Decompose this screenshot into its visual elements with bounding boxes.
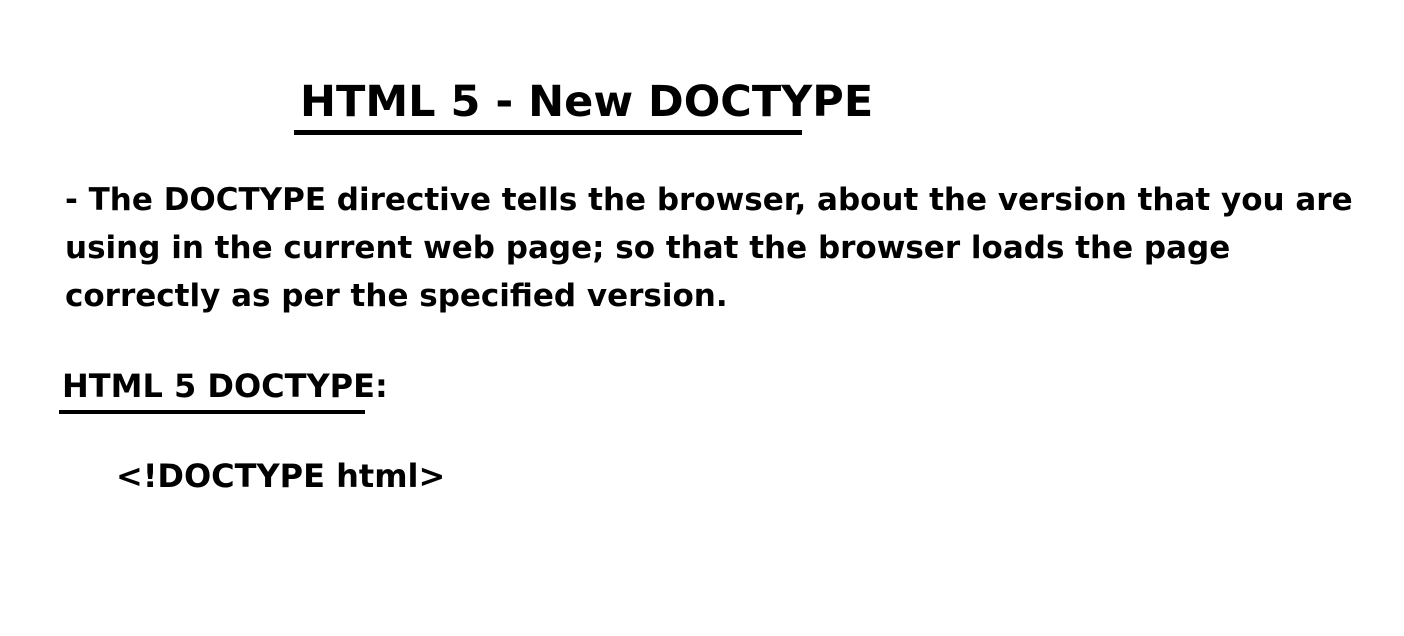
- paragraph-line-1: - The DOCTYPE directive tells the browse…: [65, 182, 1353, 218]
- title-underline: [294, 130, 802, 135]
- doctype-code: <!DOCTYPE html>: [116, 457, 446, 495]
- paragraph-line-3: correctly as per the specified version.: [65, 278, 728, 314]
- paragraph-line-2: using in the current web page; so that t…: [65, 230, 1231, 266]
- doctype-subheading: HTML 5 DOCTYPE:: [62, 367, 388, 405]
- subheading-underline: [59, 410, 365, 414]
- description-paragraph: - The DOCTYPE directive tells the browse…: [65, 176, 1353, 320]
- slide-title: HTML 5 - New DOCTYPE: [300, 77, 874, 127]
